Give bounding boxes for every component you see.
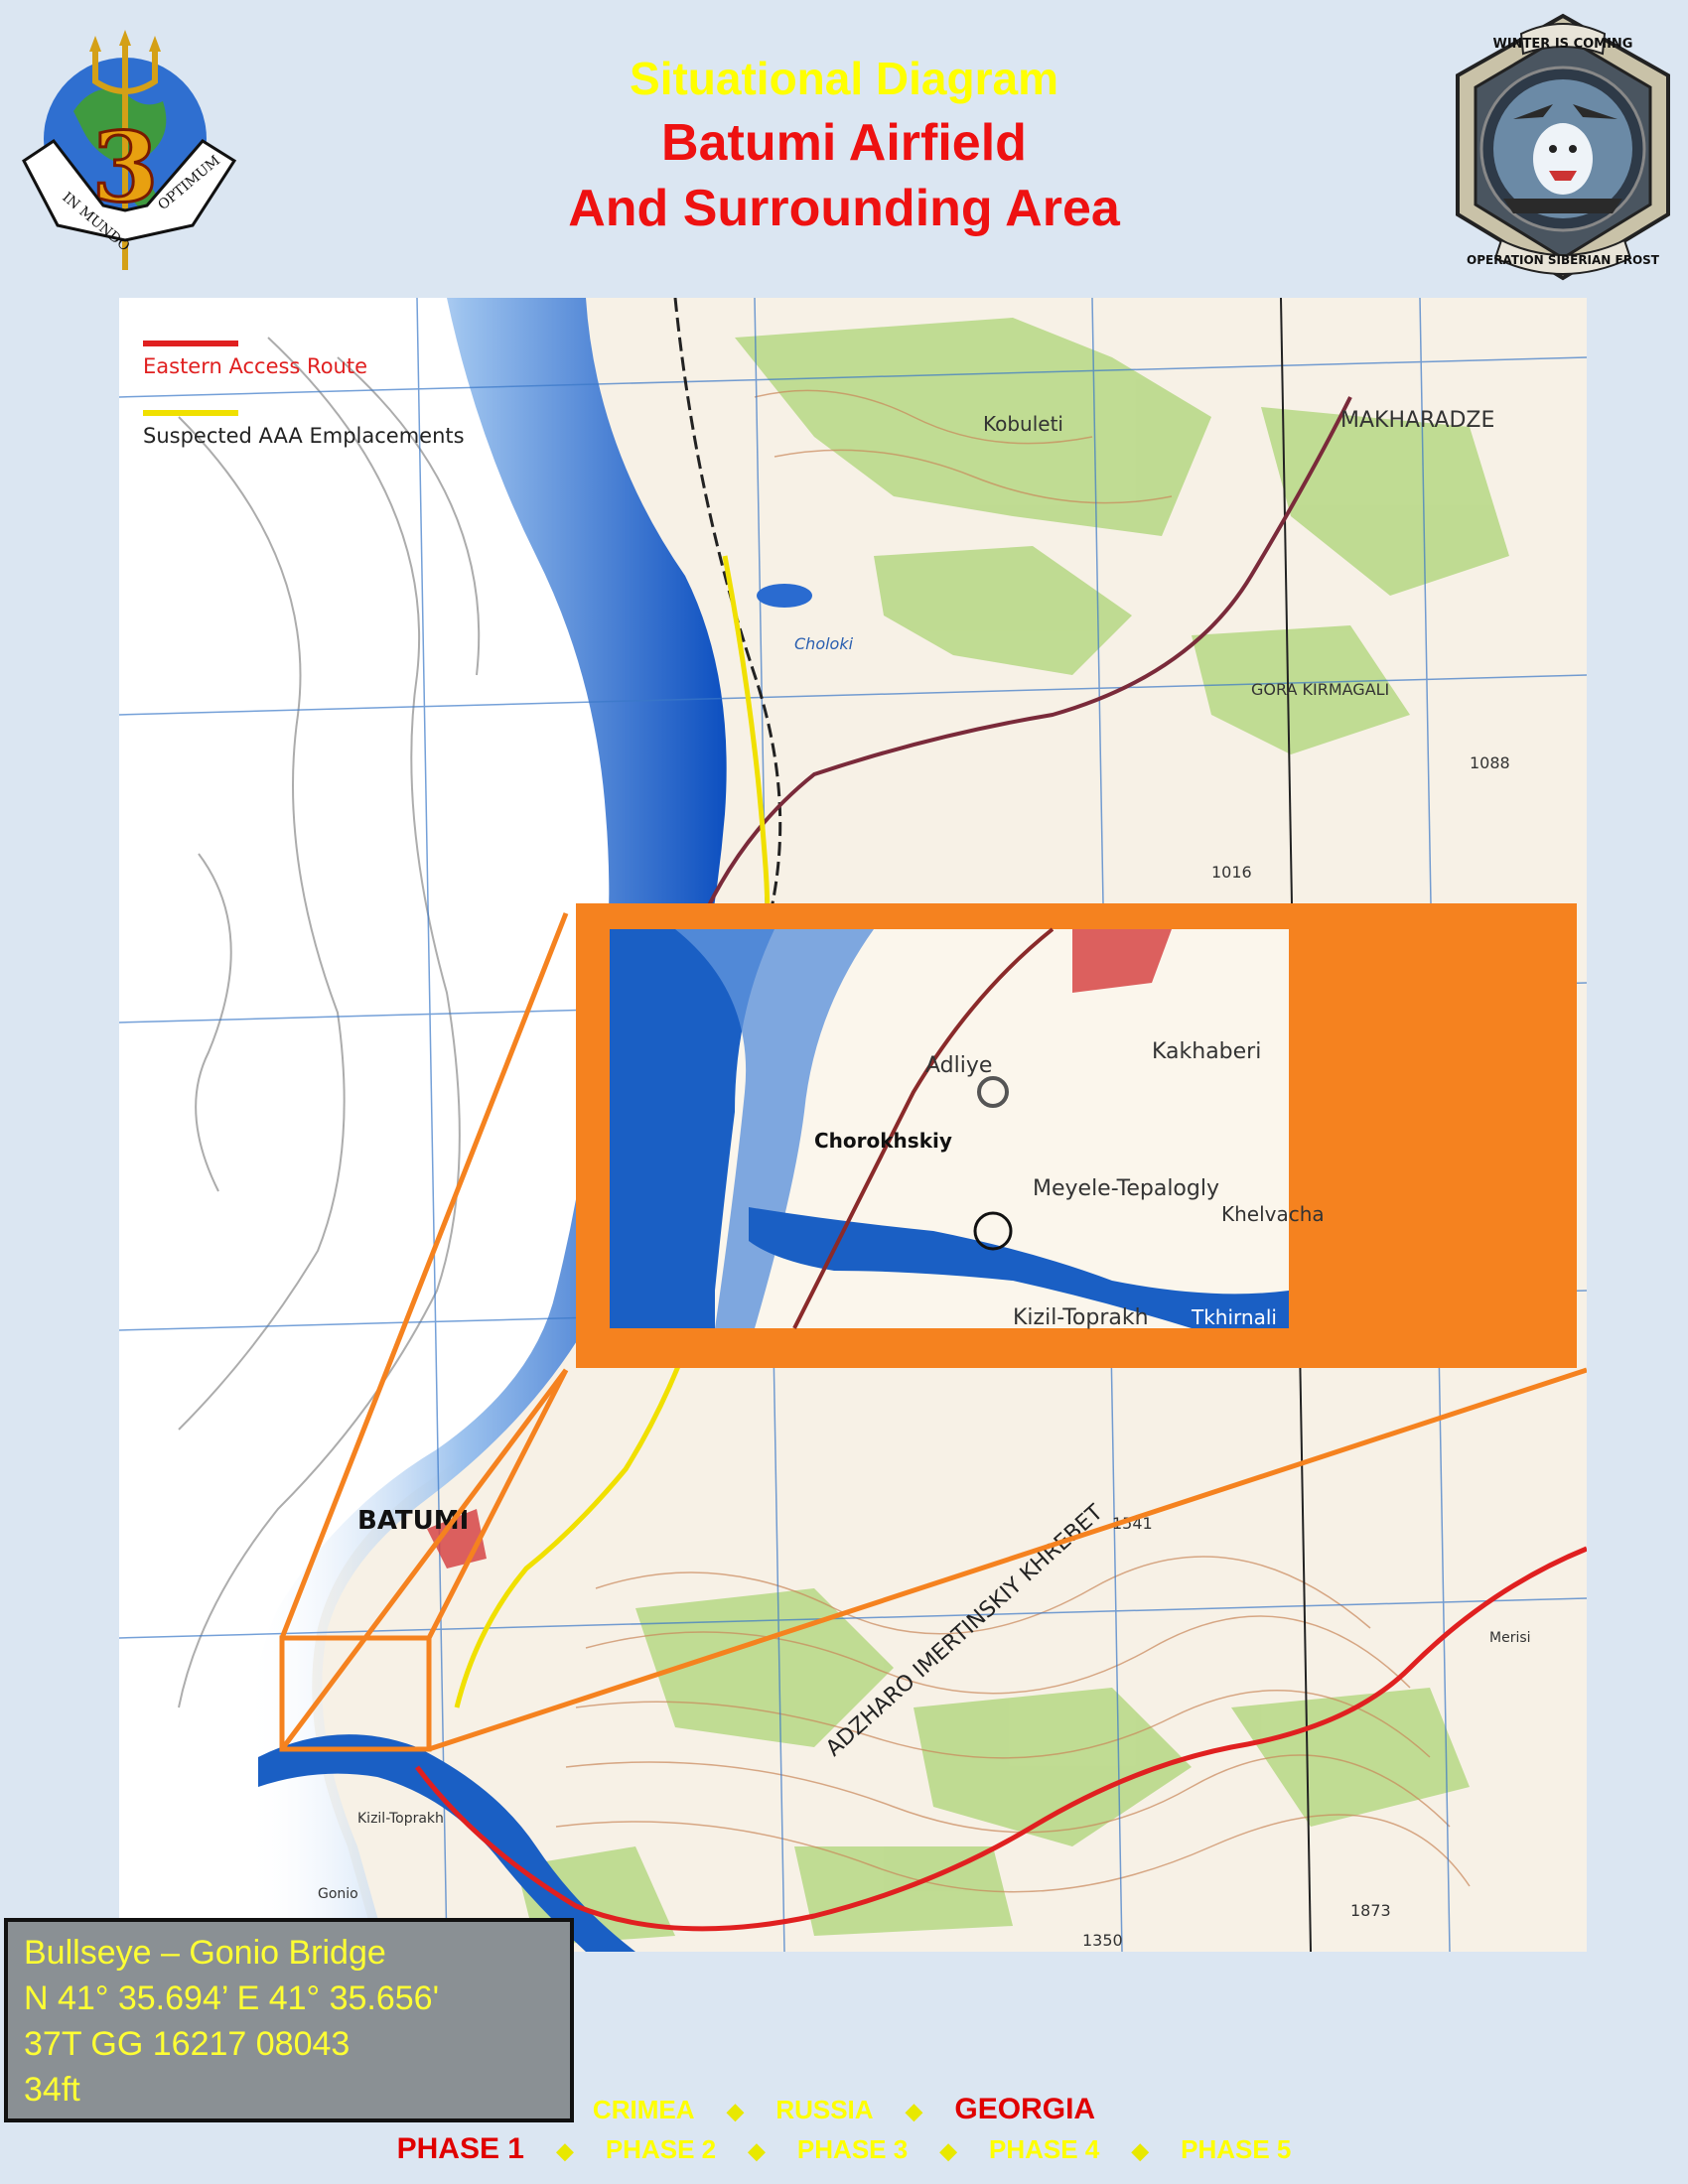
nav-region-georgia[interactable]: GEORGIA [954,2093,1095,2126]
nav-phase-4[interactable]: PHASE 4 [989,2134,1099,2165]
squadron-3-emblem-icon: 3 IN MUNDO OPTIMUM [22,30,237,270]
legend-aaa-label: Suspected AAA Emplacements [143,424,465,448]
bullseye-title: Bullseye – Gonio Bridge [24,1934,386,1972]
label-merisi: Merisi [1489,1630,1531,1646]
nav-separator-icon: ◆ [726,2099,744,2123]
inset-label-tkhirnali: Tkhirnali [1191,1305,1277,1329]
inset-label-khelvachauri: Khelvacha [1221,1202,1325,1226]
batumi-map: Eastern Access Route Suspected AAA Empla… [119,298,1587,1952]
nav-separator-icon: ◆ [556,2138,574,2163]
label-elev-1088: 1088 [1470,753,1510,772]
nav-phase-2[interactable]: PHASE 2 [606,2134,716,2165]
nav-phase-1[interactable]: PHASE 1 [397,2132,524,2166]
label-elev-1873: 1873 [1350,1901,1391,1920]
label-choloki: Choloki [794,634,854,653]
label-gonio: Gonio [318,1886,358,1902]
nav-phase-3[interactable]: PHASE 3 [797,2134,908,2165]
inset-label-meyele: Meyele-Tepalogly [1033,1176,1219,1201]
inset-label-kizil: Kizil-Toprakh [1013,1305,1149,1330]
airfield-inset: Adliye Chorokhskiy Kakhaberi Meyele-Tepa… [576,903,1577,1368]
inset-label-adliye: Adliye [925,1053,992,1078]
label-kobuleti: Kobuleti [983,412,1063,436]
nav-separator-icon: ◆ [939,2138,957,2163]
label-gora-kirmagali: GORA KIRMAGALI [1251,680,1389,699]
phase-nav: PHASE 1 ◆ PHASE 2 ◆ PHASE 3 ◆ PHASE 4 ◆ … [0,2132,1688,2166]
bullseye-latlong: N 41° 35.694’ E 41° 35.656' [24,1979,440,2017]
title-batumi-airfield: Batumi Airfield [661,114,1027,172]
nav-separator-icon: ◆ [1131,2138,1149,2163]
label-kizil-toprakh-small: Kizil-Toprakh [357,1811,444,1827]
title-surrounding-area: And Surrounding Area [568,180,1120,237]
choloki-lake [757,584,812,608]
inset-label-kakhaberi: Kakhaberi [1152,1039,1261,1064]
nav-phase-5[interactable]: PHASE 5 [1181,2134,1291,2165]
legend-eastern-access-label: Eastern Access Route [143,354,367,378]
nav-region-russia[interactable]: RUSSIA [775,2095,873,2125]
nav-separator-icon: ◆ [906,2099,922,2123]
inset-label-chorokhskiy: Chorokhskiy [814,1129,952,1153]
patch-top-text: WINTER IS COMING [1493,37,1633,52]
bullseye-mgrs: 37T GG 16217 08043 [24,2025,351,2063]
label-elev-1350: 1350 [1082,1931,1123,1950]
title-situational-diagram: Situational Diagram [630,53,1058,104]
nav-region-crimea[interactable]: CRIMEA [593,2095,695,2125]
region-nav: CRIMEA ◆ RUSSIA ◆ GEORGIA [0,2093,1688,2126]
label-elev-1016: 1016 [1211,863,1252,882]
nav-separator-icon: ◆ [748,2138,766,2163]
label-makharadze: MAKHARADZE [1340,408,1494,433]
operation-siberian-frost-patch-icon: WINTER IS COMING OPERATION SIBERIAN FROS… [1456,13,1670,281]
patch-bottom-text: OPERATION SIBERIAN FROST [1467,253,1660,267]
